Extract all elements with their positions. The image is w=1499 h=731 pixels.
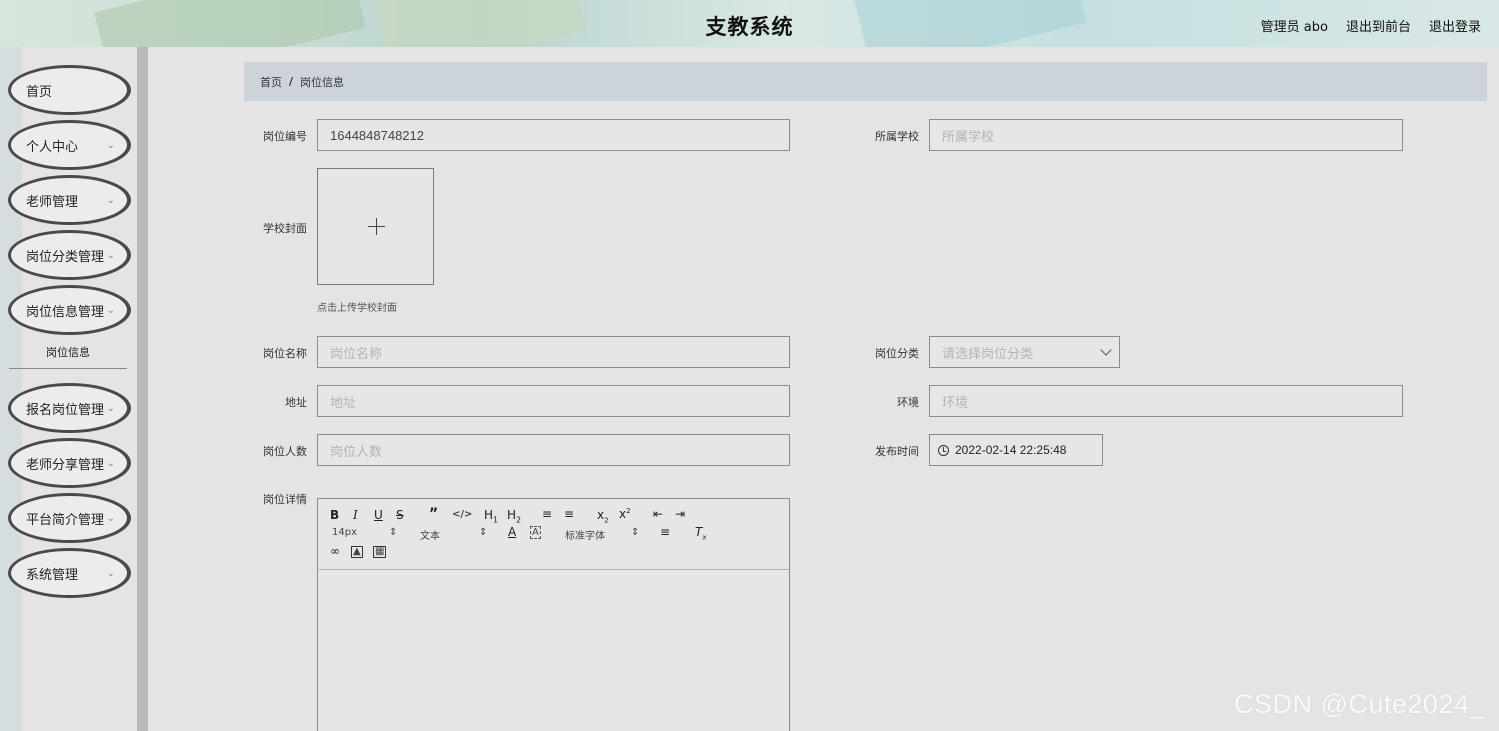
chevron-down-icon: ⌄ <box>106 403 115 414</box>
job-category-label: 岗位分类 <box>875 347 919 360</box>
select-arrows-icon: ⇕ <box>479 527 488 538</box>
chevron-down-icon: ⌄ <box>106 140 115 151</box>
image-icon[interactable]: ▲ <box>351 546 363 558</box>
sidebar-item-personal-center[interactable]: 个人中心 ⌄ <box>8 120 131 170</box>
chevron-down-icon: ⌄ <box>106 513 115 524</box>
sidebar-scrollbar[interactable] <box>137 47 148 731</box>
clear-format-icon[interactable]: Tx <box>695 525 707 541</box>
cover-label: 学校封面 <box>263 222 307 235</box>
job-no-label: 岗位编号 <box>263 130 307 143</box>
sidebar-item-label: 首页 <box>26 84 53 100</box>
code-block-icon[interactable]: </> <box>452 509 472 520</box>
cover-upload-box[interactable] <box>317 168 434 285</box>
address-label: 地址 <box>285 396 307 409</box>
sidebar-item-label: 系统管理 <box>26 567 79 583</box>
exit-to-front-link[interactable]: 退出到前台 <box>1346 16 1411 35</box>
outdent-icon[interactable]: ⇤ <box>653 507 663 521</box>
align-icon[interactable]: ≡ <box>660 525 670 539</box>
bold-icon[interactable]: B <box>330 508 339 522</box>
job-category-placeholder: 请选择岗位分类 <box>942 345 1034 361</box>
chevron-down-icon <box>1100 344 1112 356</box>
sidebar-item-enrollment-management[interactable]: 报名岗位管理 ⌄ <box>8 383 131 433</box>
sidebar-item-job-category-management[interactable]: 岗位分类管理 ⌄ <box>8 230 131 280</box>
chevron-down-icon: ⌄ <box>106 195 115 206</box>
sidebar-item-home[interactable]: 首页 <box>8 65 131 115</box>
rich-text-editor: B I U S ” </> H1 H2 ≡ ≡ x2 x2 ⇤ ⇥ 14px ⇕… <box>317 498 790 731</box>
sidebar-item-label: 老师管理 <box>26 194 79 210</box>
publish-time-picker[interactable]: 2022-02-14 22:25:48 <box>929 434 1103 466</box>
environment-field[interactable]: 环境 <box>929 385 1403 417</box>
sidebar-item-job-info-management[interactable]: 岗位信息管理 ⌄ <box>8 285 131 335</box>
breadcrumb-current: 岗位信息 <box>300 75 345 89</box>
sidebar-item-platform-intro-management[interactable]: 平台简介管理 ⌄ <box>8 493 131 543</box>
job-category-select[interactable]: 请选择岗位分类 <box>929 336 1120 368</box>
user-actions: 管理员 abo 退出到前台 退出登录 <box>1261 16 1481 35</box>
video-icon[interactable]: ▦ <box>373 546 387 558</box>
select-arrows-icon: ⇕ <box>631 527 640 538</box>
top-header: 支教系统 管理员 abo 退出到前台 退出登录 <box>0 0 1499 47</box>
job-name-label: 岗位名称 <box>263 347 307 360</box>
editor-toolbar: B I U S ” </> H1 H2 ≡ ≡ x2 x2 ⇤ ⇥ 14px ⇕… <box>318 499 789 570</box>
heading2-icon[interactable]: H2 <box>507 508 521 524</box>
bullet-list-icon[interactable]: ≡ <box>564 507 574 521</box>
chevron-down-icon: ⌄ <box>106 458 115 469</box>
sidebar-subitem-job-info[interactable]: 岗位信息 <box>9 336 127 369</box>
italic-icon[interactable]: I <box>353 508 358 522</box>
clock-icon <box>938 444 949 456</box>
sidebar-item-label: 报名岗位管理 <box>26 402 105 418</box>
environment-label: 环境 <box>897 396 919 409</box>
breadcrumb: 首页 / 岗位信息 <box>244 62 1487 101</box>
job-name-field[interactable]: 岗位名称 <box>317 336 790 368</box>
sidebar-item-system-management[interactable]: 系统管理 ⌄ <box>8 548 131 598</box>
sidebar-item-label: 岗位分类管理 <box>26 249 105 265</box>
font-family-select[interactable]: 标准字体 <box>565 527 605 542</box>
watermark: CSDN @Cute2024_ <box>1233 689 1485 719</box>
subscript-icon[interactable]: x2 <box>597 508 609 524</box>
link-icon[interactable]: ∞ <box>330 544 340 558</box>
breadcrumb-separator: / <box>289 75 294 88</box>
job-no-field[interactable]: 1644848748212 <box>317 119 790 151</box>
plus-icon <box>376 218 377 235</box>
background-color-icon[interactable]: A <box>530 526 541 539</box>
ordered-list-icon[interactable]: ≡ <box>542 507 552 521</box>
headcount-label: 岗位人数 <box>263 445 307 458</box>
strikethrough-icon[interactable]: S <box>396 508 404 522</box>
sidebar: 首页 个人中心 ⌄ 老师管理 ⌄ 岗位分类管理 ⌄ 岗位信息管理 ⌄ 岗位信息 … <box>0 47 137 731</box>
cover-upload-hint: 点击上传学校封面 <box>317 303 397 314</box>
indent-icon[interactable]: ⇥ <box>675 507 685 521</box>
chevron-down-icon: ⌄ <box>106 568 115 579</box>
address-field[interactable]: 地址 <box>317 385 790 417</box>
details-label: 岗位详情 <box>263 493 307 506</box>
sidebar-item-teacher-management[interactable]: 老师管理 ⌄ <box>8 175 131 225</box>
publish-time-value: 2022-02-14 22:25:48 <box>955 443 1067 457</box>
school-field[interactable]: 所属学校 <box>929 119 1403 151</box>
sidebar-item-label: 个人中心 <box>26 139 79 155</box>
superscript-icon[interactable]: x2 <box>619 507 631 521</box>
logout-link[interactable]: 退出登录 <box>1429 16 1481 35</box>
school-label: 所属学校 <box>875 130 919 143</box>
blockquote-icon[interactable]: ” <box>429 506 438 522</box>
sidebar-item-label: 岗位信息管理 <box>26 304 105 320</box>
current-user-label: 管理员 abo <box>1260 20 1328 35</box>
text-style-select[interactable]: 文本 <box>420 527 440 542</box>
sidebar-item-label: 平台简介管理 <box>26 512 105 528</box>
publish-time-label: 发布时间 <box>875 445 919 458</box>
sidebar-item-label: 老师分享管理 <box>26 457 105 473</box>
font-size-select[interactable]: 14px <box>332 527 357 538</box>
select-arrows-icon: ⇕ <box>389 527 398 538</box>
chevron-down-icon: ⌄ <box>106 250 115 261</box>
chevron-up-icon: ⌄ <box>106 305 115 316</box>
heading1-icon[interactable]: H1 <box>484 508 498 524</box>
font-color-icon[interactable]: A <box>508 525 516 539</box>
headcount-field[interactable]: 岗位人数 <box>317 434 790 466</box>
sidebar-item-teacher-sharing-management[interactable]: 老师分享管理 ⌄ <box>8 438 131 488</box>
underline-icon[interactable]: U <box>374 508 383 522</box>
breadcrumb-home[interactable]: 首页 <box>260 74 282 90</box>
